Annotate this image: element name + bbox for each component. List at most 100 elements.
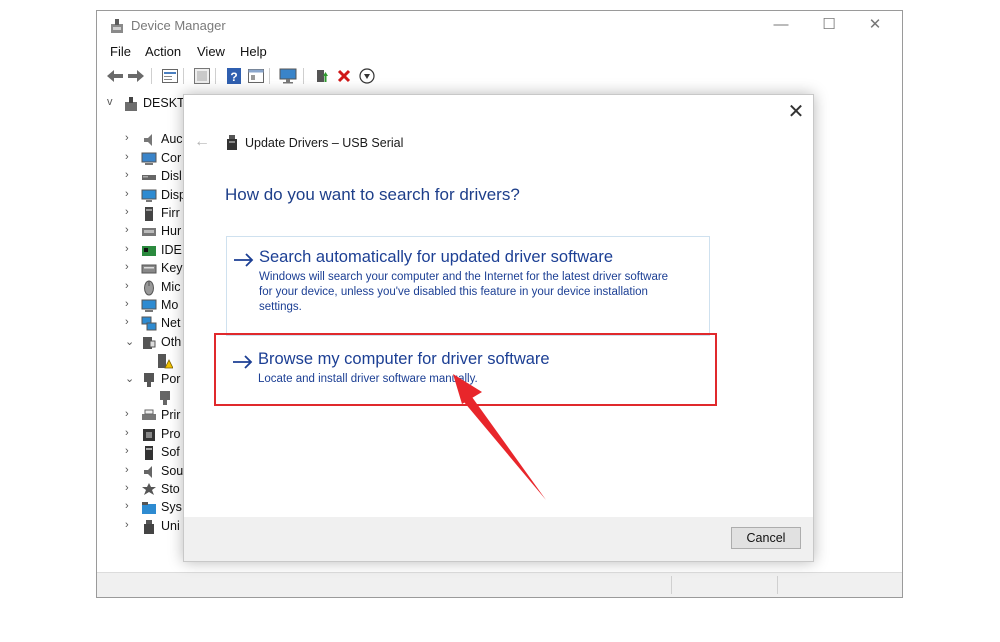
expander-chevron-icon[interactable]: › <box>125 132 135 144</box>
audio-icon <box>144 134 152 147</box>
download-icon[interactable] <box>358 67 376 85</box>
expander-chevron-icon[interactable]: › <box>125 261 135 273</box>
menu-bar: File Action View Help <box>97 41 902 61</box>
display-icon <box>141 189 157 202</box>
toolbar-separator <box>269 68 270 84</box>
toolbar-separator <box>215 68 216 84</box>
expander-chevron-icon[interactable]: v <box>107 96 117 108</box>
expander-chevron-icon[interactable]: › <box>125 169 135 181</box>
toolbar-separator <box>183 68 184 84</box>
ide-icon <box>142 245 156 256</box>
dialog-heading: How do you want to search for drivers? <box>225 185 520 204</box>
expander-chevron-icon[interactable]: › <box>125 298 135 310</box>
dialog-title: Update Drivers – USB Serial <box>245 136 404 150</box>
tree-item-label: Uni <box>161 518 180 533</box>
computer-icon <box>125 97 137 111</box>
printer-icon <box>142 409 156 421</box>
monitor-icon <box>141 299 157 312</box>
back-arrow-icon[interactable]: ← <box>194 133 210 151</box>
toolbar: ? <box>97 65 902 87</box>
expander-chevron-icon[interactable]: › <box>125 206 135 218</box>
menu-file[interactable]: File <box>110 44 131 59</box>
disk-icon <box>142 175 156 181</box>
tree-item-label: Prir <box>161 408 181 423</box>
toolbar-separator <box>151 68 152 84</box>
search-automatically-option[interactable]: Search automatically for updated driver … <box>226 236 710 336</box>
tree-item-label: Mo <box>161 298 179 312</box>
other-devices-icon <box>143 336 156 349</box>
software-icon <box>145 446 153 461</box>
expander-chevron-icon[interactable]: › <box>125 151 135 163</box>
tree-item-label: Sof <box>161 445 180 460</box>
expander-chevron-icon[interactable]: › <box>125 445 135 457</box>
cancel-button[interactable]: Cancel <box>731 527 801 549</box>
expander-chevron-icon[interactable]: › <box>125 427 135 439</box>
expander-chevron-icon[interactable]: › <box>125 188 135 200</box>
firmware-icon <box>145 207 153 221</box>
tree-item-label: Mic <box>161 279 181 294</box>
warning-device-icon <box>158 354 173 369</box>
option-description: settings. <box>259 301 302 313</box>
update-driver-icon[interactable] <box>313 67 331 85</box>
tree-item-label: Pro <box>161 426 181 441</box>
expander-chevron-icon[interactable]: › <box>125 408 135 420</box>
view-icon[interactable] <box>247 67 265 85</box>
menu-help[interactable]: Help <box>240 44 267 59</box>
tree-item-label: Cor <box>161 150 182 165</box>
tree-item-label: IDE <box>161 242 182 257</box>
update-drivers-dialog: ✕ ← Update Drivers – USB Serial How do y… <box>183 94 814 562</box>
dialog-footer: Cancel <box>184 517 813 561</box>
close-button[interactable]: ✕ <box>853 14 897 36</box>
title-bar: Device Manager — ☐ ✕ <box>97 11 902 41</box>
hid-icon <box>142 228 156 237</box>
tree-item-label: Sto <box>161 482 180 496</box>
status-bar <box>97 572 902 597</box>
window-title: Device Manager <box>131 18 226 33</box>
toolbar-separator <box>303 68 304 84</box>
tree-item-label: Net <box>161 316 181 331</box>
tree-item-label: Firr <box>161 206 180 220</box>
option-description: for your device, unless you've disabled … <box>259 286 648 298</box>
help-icon[interactable]: ? <box>225 67 243 85</box>
maximize-button[interactable]: ☐ <box>807 14 851 36</box>
minimize-button[interactable]: — <box>759 14 803 36</box>
option-title: Search automatically for updated driver … <box>259 248 614 266</box>
properties-icon[interactable] <box>161 67 179 85</box>
annotation-highlight-box <box>214 333 717 406</box>
option-description: Windows will search your computer and th… <box>259 271 669 283</box>
expander-chevron-icon[interactable]: › <box>125 464 135 476</box>
status-separator <box>777 576 778 594</box>
storage-icon <box>142 483 156 495</box>
expander-chevron-icon[interactable]: › <box>125 519 135 531</box>
expander-chevron-icon[interactable]: › <box>125 243 135 255</box>
status-separator <box>671 576 672 594</box>
expander-chevron-icon[interactable]: › <box>125 500 135 512</box>
monitor-icon[interactable] <box>279 67 297 85</box>
expander-chevron-icon[interactable]: › <box>125 224 135 236</box>
device-manager-icon <box>111 19 123 33</box>
expander-chevron-icon[interactable]: ⌄ <box>125 372 135 385</box>
keyboard-icon <box>141 264 157 274</box>
arrow-right-icon <box>234 253 254 267</box>
tree-item-label: Sou <box>161 463 184 478</box>
uninstall-icon[interactable] <box>335 67 353 85</box>
dialog-close-button[interactable]: ✕ <box>785 101 807 123</box>
expander-chevron-icon[interactable]: › <box>125 280 135 292</box>
back-icon[interactable] <box>106 67 124 85</box>
sound-icon <box>144 465 152 478</box>
tree-item-label: Auc <box>161 132 183 147</box>
forward-icon[interactable] <box>127 67 145 85</box>
usb-device-icon <box>227 135 237 150</box>
system-icon <box>142 502 156 515</box>
tree-item-label: Oth <box>161 334 182 349</box>
scan-icon[interactable] <box>193 67 211 85</box>
tree-item-label: Por <box>161 371 181 386</box>
expander-chevron-icon[interactable]: › <box>125 316 135 328</box>
menu-view[interactable]: View <box>197 44 225 59</box>
expander-chevron-icon[interactable]: ⌄ <box>125 335 135 348</box>
svg-text:?: ? <box>230 70 237 84</box>
menu-action[interactable]: Action <box>145 44 181 59</box>
computer-icon <box>141 152 157 165</box>
expander-chevron-icon[interactable]: › <box>125 482 135 494</box>
network-icon <box>141 316 157 331</box>
